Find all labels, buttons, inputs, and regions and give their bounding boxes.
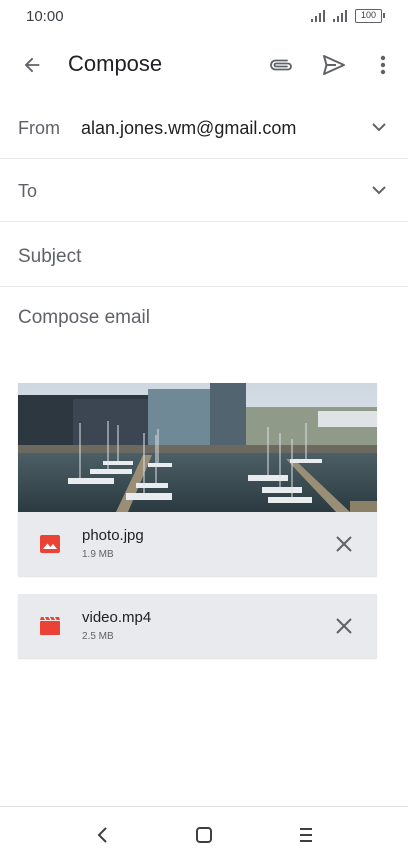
subject-row[interactable]: Subject bbox=[0, 222, 408, 287]
status-time: 10:00 bbox=[26, 8, 64, 25]
subject-input[interactable]: Subject bbox=[18, 246, 81, 268]
app-bar: Compose bbox=[0, 34, 408, 94]
attach-button[interactable] bbox=[263, 49, 299, 81]
attachment-meta: photo.jpg 1.9 MB bbox=[18, 512, 377, 576]
system-nav-bar bbox=[0, 806, 408, 861]
remove-attachment-button[interactable] bbox=[333, 615, 355, 637]
more-options-button[interactable] bbox=[368, 49, 398, 81]
battery-level: 100 bbox=[360, 10, 377, 20]
remove-attachment-button[interactable] bbox=[333, 533, 355, 555]
to-label: To bbox=[18, 181, 38, 201]
send-icon bbox=[323, 55, 345, 75]
status-bar: 10:00 100 bbox=[0, 0, 408, 34]
chevron-left-icon bbox=[97, 827, 107, 843]
arrow-back-icon bbox=[24, 57, 40, 73]
back-button[interactable] bbox=[16, 49, 48, 81]
nav-home-button[interactable] bbox=[192, 823, 216, 847]
more-vert-icon bbox=[380, 55, 386, 75]
from-label: From bbox=[18, 118, 60, 138]
status-icons: 100 bbox=[311, 9, 385, 23]
nav-back-button[interactable] bbox=[90, 823, 114, 847]
chevron-down-icon[interactable] bbox=[370, 118, 388, 136]
photo-preview-image[interactable] bbox=[18, 383, 377, 512]
signal-icon bbox=[311, 10, 325, 22]
paperclip-icon bbox=[270, 59, 292, 71]
send-button[interactable] bbox=[318, 49, 350, 81]
to-row[interactable]: To bbox=[0, 159, 408, 222]
attachment-size: 1.9 MB bbox=[82, 549, 114, 560]
image-file-icon bbox=[40, 535, 60, 553]
menu-lines-icon bbox=[300, 828, 312, 842]
video-file-icon bbox=[40, 616, 60, 635]
attachment-video[interactable]: video.mp4 2.5 MB bbox=[18, 594, 377, 658]
attachment-photo[interactable]: photo.jpg 1.9 MB bbox=[18, 383, 377, 576]
close-icon bbox=[336, 536, 352, 552]
chevron-down-icon[interactable] bbox=[370, 181, 388, 199]
home-square-icon bbox=[196, 827, 212, 843]
compose-body-input[interactable]: Compose email bbox=[18, 307, 150, 329]
signal-icon bbox=[333, 10, 347, 22]
attachment-size: 2.5 MB bbox=[82, 631, 114, 642]
attachment-name: photo.jpg bbox=[82, 527, 144, 544]
battery-icon: 100 bbox=[355, 9, 385, 23]
page-title: Compose bbox=[68, 51, 163, 76]
from-row[interactable]: From alan.jones.wm@gmail.com bbox=[0, 96, 408, 159]
nav-recents-button[interactable] bbox=[294, 823, 318, 847]
attachment-meta: video.mp4 2.5 MB bbox=[18, 594, 377, 658]
attachment-name: video.mp4 bbox=[82, 609, 152, 626]
from-address[interactable]: alan.jones.wm@gmail.com bbox=[81, 118, 296, 139]
close-icon bbox=[336, 618, 352, 634]
